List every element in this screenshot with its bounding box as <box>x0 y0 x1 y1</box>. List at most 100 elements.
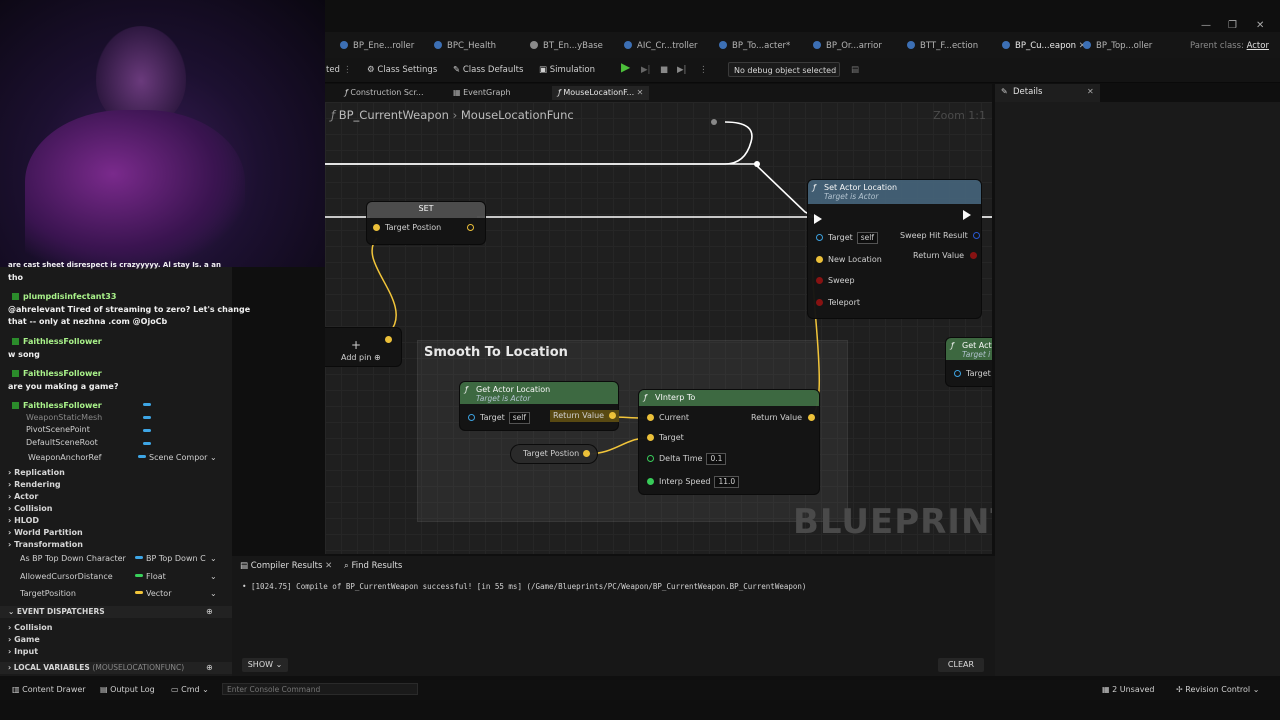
toolbar-more-icon[interactable]: ⋮ <box>343 63 352 77</box>
tab-compiler-results[interactable]: ▤ Compiler Results ✕ <box>240 561 332 571</box>
tab-event-graph[interactable]: ▦ EventGraph <box>453 86 511 100</box>
chat-badge-icon <box>12 293 19 300</box>
exec-out-pin[interactable] <box>963 210 971 222</box>
pin-return-value[interactable]: Return Value <box>751 412 815 424</box>
console-command-input[interactable] <box>222 683 418 695</box>
reroute-node[interactable] <box>754 161 760 167</box>
pin-sweep-hit-result[interactable]: Sweep Hit Result <box>900 230 981 242</box>
revision-control-button[interactable]: ✢ Revision Control ⌄ <box>1176 684 1259 696</box>
clear-button[interactable]: CLEAR <box>938 658 984 672</box>
pin-current[interactable]: Current <box>647 412 689 424</box>
debug-filter-icon[interactable]: ▤ <box>851 63 859 77</box>
category-transformation[interactable]: › Transformation <box>8 539 240 551</box>
component-weapon-static-mesh[interactable]: WeaponStaticMesh <box>26 412 258 424</box>
pin-output-vector[interactable] <box>467 222 479 234</box>
pin-new-location[interactable]: New Location <box>816 254 882 266</box>
parent-class-link[interactable]: Actor <box>1247 41 1269 51</box>
tab-find-results[interactable]: ⌕ Find Results <box>344 561 402 571</box>
dispatcher-category-collision[interactable]: › Collision <box>8 622 240 634</box>
play-options-icon[interactable]: ⋮ <box>699 63 708 77</box>
pin-target[interactable]: Target self <box>468 412 530 424</box>
advance-frame-icon[interactable]: ▶| <box>641 63 650 77</box>
anchor-type[interactable]: Scene Compor ⌄ <box>138 452 370 464</box>
local-variables-header[interactable]: › LOCAL VARIABLES (MOUSELOCATIONFUNC) <box>0 662 232 674</box>
interp-speed-input[interactable]: 11.0 <box>714 476 740 488</box>
stop-icon[interactable]: ■ <box>660 63 668 77</box>
add-pin-button[interactable]: Add pin ⊕ <box>341 352 381 364</box>
compile-button[interactable]: ted <box>326 63 340 77</box>
chevron-down-icon: ⌄ <box>8 607 15 616</box>
graph-tab-bar: ƒ Construction Scr... ▦ EventGraph ƒ Mou… <box>325 84 992 102</box>
pin-interp-speed[interactable]: Interp Speed 11.0 <box>647 476 740 488</box>
category-collision[interactable]: › Collision <box>8 503 240 515</box>
show-button[interactable]: SHOW ⌄ <box>242 658 288 672</box>
set-node[interactable]: SET Target Postion <box>367 202 485 244</box>
pin-target-postion[interactable]: Target Postion <box>373 222 441 234</box>
dispatcher-category-input[interactable]: › Input <box>8 646 240 658</box>
close-icon[interactable]: ✕ <box>1087 87 1094 96</box>
category-hlod[interactable]: › HLOD <box>8 515 240 527</box>
tab-bp-current-weapon[interactable]: BP_Cu...eapon ✕ <box>1002 38 1086 54</box>
category-actor[interactable]: › Actor <box>8 491 240 503</box>
delta-time-input[interactable]: 0.1 <box>706 453 727 465</box>
reroute-node-top[interactable] <box>711 119 717 125</box>
add-pin-a[interactable] <box>325 334 329 346</box>
close-icon[interactable]: ✕ <box>637 88 644 97</box>
component-pivot-scene-point[interactable]: PivotScenePoint <box>26 424 258 436</box>
target-postion-getter[interactable]: Target Postion <box>511 445 597 463</box>
pin-target[interactable]: Target <box>954 368 991 380</box>
category-replication[interactable]: › Replication <box>8 467 240 479</box>
category-rendering[interactable]: › Rendering <box>8 479 240 491</box>
target-postion-out-pin[interactable] <box>583 448 595 460</box>
maximize-icon[interactable]: ❐ <box>1228 20 1237 31</box>
add-pin-out[interactable] <box>385 334 397 346</box>
pin-target[interactable]: Target <box>647 432 684 444</box>
pin-delta-time[interactable]: Delta Time 0.1 <box>647 453 727 465</box>
component-default-scene-root[interactable]: DefaultSceneRoot <box>26 437 258 449</box>
pin-target[interactable]: Target self <box>816 232 878 244</box>
class-settings-button[interactable]: ⚙ Class Settings <box>367 63 437 77</box>
set-actor-location-node[interactable]: ƒ Set Actor Location Target is Actor Targe… <box>808 180 981 318</box>
category-world-partition[interactable]: › World Partition <box>8 527 240 539</box>
vector-pin-icon <box>807 414 815 421</box>
close-window-icon[interactable]: ✕ <box>1256 20 1264 31</box>
vinterp-to-node[interactable]: ƒ VInterp To Current Target Delta Time 0.1… <box>639 390 819 494</box>
tab-bp-top-down-controller[interactable]: BP_Top...oller <box>1083 38 1152 54</box>
pin-return-value[interactable]: Return Value <box>550 410 619 422</box>
blueprint-graph[interactable]: ƒ BP_CurrentWeapon › MouseLocationFunc Z… <box>325 102 992 554</box>
pin-return-value[interactable]: Return Value <box>913 250 977 262</box>
minimize-icon[interactable]: — <box>1201 20 1211 31</box>
get-actor-partial-node[interactable]: ƒ Get Act Target i Target <box>946 338 992 386</box>
content-drawer-button[interactable]: ▥ Content Drawer <box>12 684 86 696</box>
component-pill <box>143 416 151 419</box>
exec-in-pin[interactable] <box>814 214 822 226</box>
details-tab[interactable]: ✎ Details ✕ <box>995 84 1100 102</box>
tab-construction-script[interactable]: ƒ Construction Scr... <box>345 86 424 100</box>
cmd-dropdown[interactable]: ▭ Cmd ⌄ <box>171 684 209 696</box>
streamer-body <box>25 110 245 270</box>
get-actor-location-node[interactable]: ƒ Get Actor Location Target is Actor Targe… <box>460 382 619 430</box>
event-dispatchers-header[interactable]: ⌄ EVENT DISPATCHERS <box>0 606 232 618</box>
dispatcher-category-game[interactable]: › Game <box>8 634 240 646</box>
add-node[interactable]: + Add pin ⊕ <box>325 328 401 366</box>
class-defaults-button[interactable]: ✎ Class Defaults <box>453 63 523 77</box>
debug-object-select[interactable]: No debug object selected ⌄ <box>728 62 840 90</box>
eject-icon[interactable]: ▶| <box>677 63 686 77</box>
chat-message: are you making a game? <box>8 382 119 391</box>
tab-bp-enemy-controller[interactable]: BP_Ene...roller <box>340 38 414 54</box>
simulation-button[interactable]: ▣ Simulation <box>539 63 595 77</box>
tab-bt-enemy-base[interactable]: BT_En...yBase <box>530 38 603 54</box>
pin-teleport[interactable]: Teleport <box>816 297 860 309</box>
pin-sweep[interactable]: Sweep <box>816 275 855 287</box>
add-pin-b[interactable] <box>325 352 329 364</box>
tab-bpc-health[interactable]: BPC_Health <box>434 38 496 54</box>
tab-aic-controller[interactable]: AIC_Cr...troller <box>624 38 698 54</box>
output-log-button[interactable]: ▤ Output Log <box>100 684 155 696</box>
play-icon[interactable]: ▶ <box>621 60 630 74</box>
tab-mouse-location-func[interactable]: ƒ MouseLocationF... ✕ <box>552 86 650 100</box>
tab-bp-orc-warrior[interactable]: BP_Or...arrior <box>813 38 882 54</box>
tab-btt-f-ection[interactable]: BTT_F...ection <box>907 38 978 54</box>
close-icon[interactable]: ✕ <box>325 561 332 571</box>
tab-bp-top-down-character[interactable]: BP_To...acter* <box>719 38 790 54</box>
unsaved-button[interactable]: ▦ 2 Unsaved <box>1102 684 1154 696</box>
